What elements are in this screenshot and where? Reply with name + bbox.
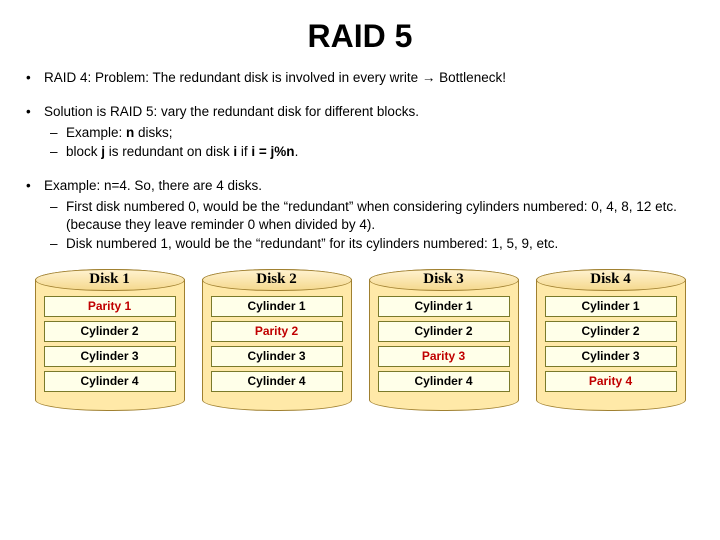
disk-2: Disk 2Cylinder 1Parity 2Cylinder 3Cylind… (202, 269, 352, 411)
bullet-2-sub-1: Example: n disks; (44, 124, 698, 142)
cylinder-cell: Cylinder 4 (44, 371, 176, 392)
cylinder-cell: Cylinder 3 (545, 346, 677, 367)
slide-title: RAID 5 (22, 18, 698, 55)
cylinder-cell: Cylinder 2 (44, 321, 176, 342)
text: . (295, 144, 299, 159)
bullet-2-sub-2: block j is redundant on disk i if i = j%… (44, 143, 698, 161)
disk-rows: Cylinder 1 Parity 2 Cylinder 3 Cylinder 4 (211, 296, 343, 392)
disk-3: Disk 3Cylinder 1Cylinder 2Parity 3Cylind… (369, 269, 519, 411)
cylinder-cell: Cylinder 3 (211, 346, 343, 367)
disk-cylinder-shape: Disk 1 Parity 1 Cylinder 2 Cylinder 3 Cylind… (35, 269, 185, 411)
cylinder-cell: Cylinder 1 (211, 296, 343, 317)
cylinder-cell: Cylinder 2 (378, 321, 510, 342)
cylinder-cell: Cylinder 1 (378, 296, 510, 317)
text: is redundant on disk (105, 144, 233, 159)
text: Example: (66, 125, 126, 140)
disk-4: Disk 4 Cylinder 1 Cylinder 2 Cylinder 3 Pari… (536, 269, 686, 411)
bullet-list: RAID 4: Problem: The redundant disk is i… (22, 69, 698, 253)
disk-1: Disk 1 Parity 1 Cylinder 2 Cylinder 3 Cylind… (35, 269, 185, 411)
bullet-2: Solution is RAID 5: vary the redundant d… (22, 103, 698, 161)
bullet-3: Example: n=4. So, there are 4 disks. Fir… (22, 177, 698, 253)
disk-label: Disk 3 (369, 269, 519, 291)
text: disks; (134, 125, 172, 140)
disk-label: Disk 2 (202, 269, 352, 291)
bullet-1: RAID 4: Problem: The redundant disk is i… (22, 69, 698, 87)
bullet-2-lead: Solution is RAID 5: vary the redundant d… (44, 104, 419, 119)
formula: i = j%n (251, 144, 294, 159)
disk-cylinder-shape: Disk 2Cylinder 1Parity 2Cylinder 3Cylind… (202, 269, 352, 411)
parity-cell: Parity 1 (44, 296, 176, 317)
bullet-3-sub-2: Disk numbered 1, would be the “redundant… (44, 235, 698, 253)
disk-diagram: Disk 1Parity 1Cylinder 2Cylinder 3Cylind… (22, 269, 698, 411)
cylinder-cell: Cylinder 4 (378, 371, 510, 392)
parity-cell: Parity 4 (545, 371, 677, 392)
disk-label: Disk 4 (536, 269, 686, 291)
disk-rows: Cylinder 1 Cylinder 2 Parity 3 Cylinder 4 (378, 296, 510, 392)
bullet-3-lead: Example: n=4. So, there are 4 disks. (44, 178, 262, 193)
cylinder-cell: Cylinder 1 (545, 296, 677, 317)
text: if (237, 144, 251, 159)
cylinder-cell: Cylinder 4 (211, 371, 343, 392)
cylinder-cell: Cylinder 2 (545, 321, 677, 342)
parity-cell: Parity 2 (211, 321, 343, 342)
text: block (66, 144, 101, 159)
disk-rows: Parity 1 Cylinder 2 Cylinder 3 Cylinder 4 (44, 296, 176, 392)
disk-cylinder-shape: Disk 3Cylinder 1Cylinder 2Parity 3Cylind… (369, 269, 519, 411)
bullet-3-sub-1: First disk numbered 0, would be the “red… (44, 198, 698, 234)
cylinder-cell: Cylinder 3 (44, 346, 176, 367)
disk-label: Disk 1 (35, 269, 185, 291)
parity-cell: Parity 3 (378, 346, 510, 367)
disk-rows: Cylinder 1 Cylinder 2 Cylinder 3 Parity 4 (545, 296, 677, 392)
disk-cylinder-shape: Disk 4 Cylinder 1 Cylinder 2 Cylinder 3 Pari… (536, 269, 686, 411)
